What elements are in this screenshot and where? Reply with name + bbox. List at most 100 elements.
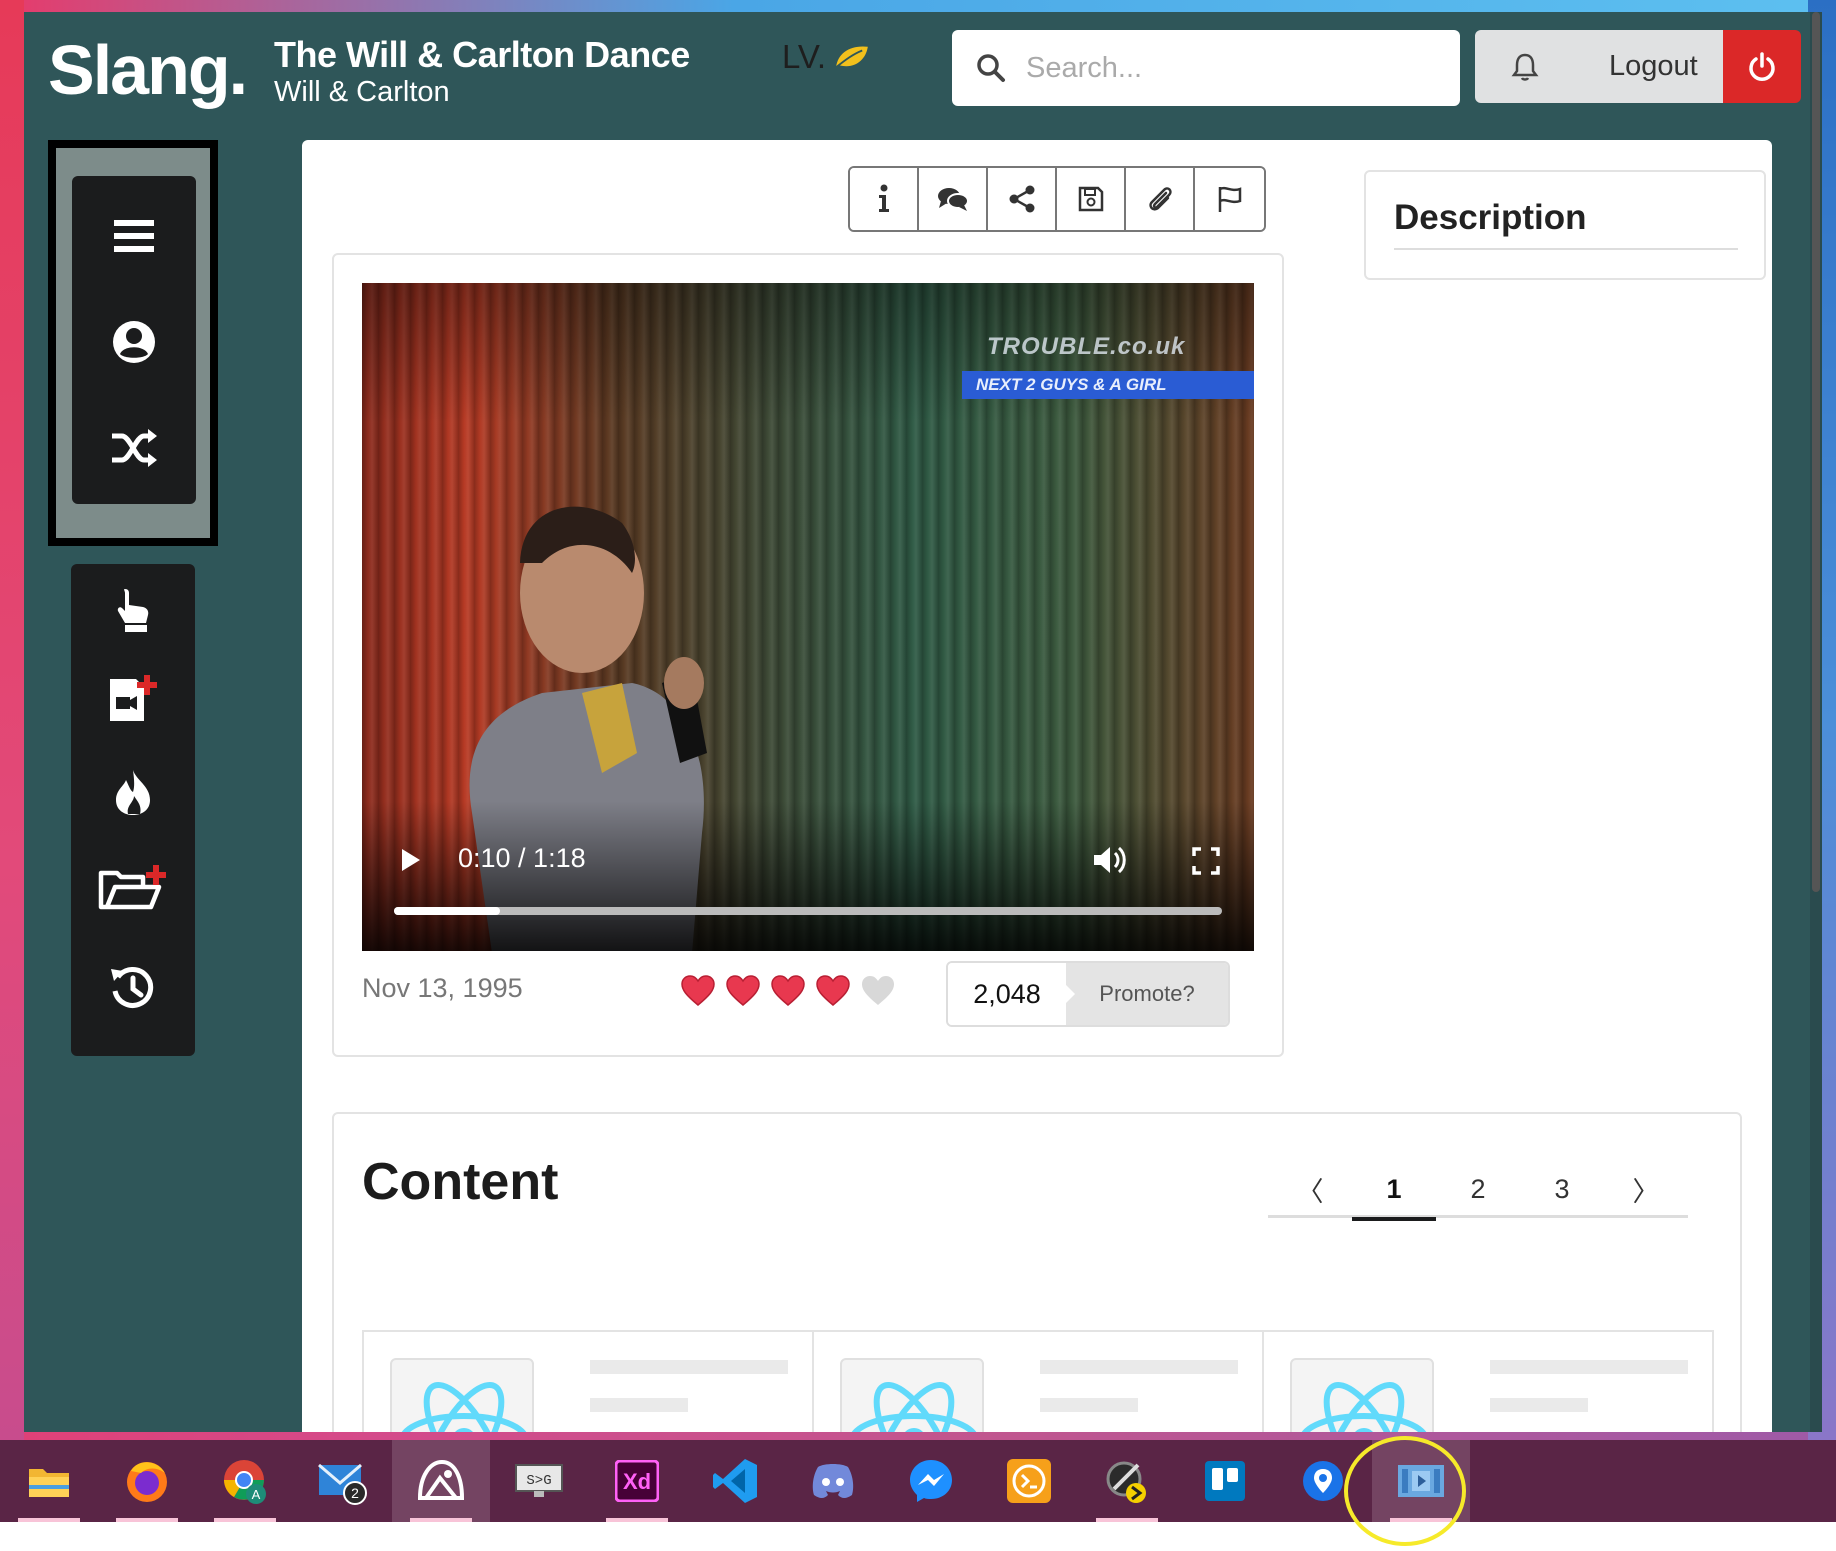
sidebar-item-profile[interactable]: [72, 312, 196, 372]
taskbar-file-explorer[interactable]: [0, 1440, 98, 1522]
share-button[interactable]: [988, 168, 1057, 230]
main-content-card: TROUBLE.co.uk NEXT 2 GUYS & A GIRL 0:10 …: [302, 140, 1772, 1432]
taskbar-discord[interactable]: [784, 1440, 882, 1522]
mail-icon: 2: [318, 1463, 367, 1505]
sidebar-item-history[interactable]: [71, 956, 195, 1020]
mail-badge: 2: [351, 1485, 359, 1501]
content-item-subtitle-placeholder: [590, 1398, 688, 1412]
sidebar-item-select[interactable]: [71, 578, 195, 642]
taskbar-maps[interactable]: [1274, 1440, 1372, 1522]
taskbar-vscode[interactable]: [686, 1440, 784, 1522]
comments-button[interactable]: [919, 168, 988, 230]
search-input[interactable]: [1026, 51, 1426, 85]
power-button[interactable]: [1723, 30, 1801, 103]
taskbar: A 2 S>G Xd: [0, 1440, 1836, 1522]
comments-icon: [937, 188, 969, 211]
content-item[interactable]: [364, 1332, 814, 1432]
taskbar-trello[interactable]: [1176, 1440, 1274, 1522]
content-item-title-placeholder: [590, 1360, 788, 1374]
sidebar-main-menu-icons: [72, 176, 196, 504]
heart-filled-icon[interactable]: [770, 975, 806, 1007]
video-time: 0:10 / 1:18: [458, 843, 586, 873]
page-scrollbar-thumb[interactable]: [1812, 12, 1820, 892]
content-item[interactable]: [814, 1332, 1264, 1432]
info-button[interactable]: [850, 168, 919, 230]
search-bar[interactable]: [952, 30, 1460, 106]
brand-logo[interactable]: Slang.: [48, 30, 248, 110]
search-icon: [977, 54, 1005, 82]
sxg-label: S>G: [526, 1473, 551, 1489]
add-folder-icon: [98, 865, 166, 910]
adobe-xd-label: Xd: [623, 1469, 651, 1494]
react-logo-icon: [401, 1381, 527, 1432]
content-card: Content 〈 1 2 3 〉: [332, 1112, 1742, 1432]
content-item-thumbnail: [840, 1358, 984, 1432]
taskbar-video-editor[interactable]: [1372, 1440, 1470, 1522]
sidebar-item-trending[interactable]: [71, 760, 195, 824]
pagination-next[interactable]: 〉: [1604, 1160, 1688, 1218]
sidebar-item-add-video[interactable]: [71, 666, 195, 730]
info-icon: [878, 184, 889, 212]
hand-pointer-icon: [117, 589, 149, 632]
content-item-title-placeholder: [1490, 1360, 1688, 1374]
pagination-prev[interactable]: 〈: [1268, 1160, 1352, 1218]
video-progress-bar[interactable]: [394, 907, 1222, 915]
heart-empty-icon[interactable]: [860, 975, 896, 1007]
description-card: Description: [1364, 170, 1766, 280]
pagination-page-3[interactable]: 3: [1520, 1160, 1604, 1218]
sidebar-item-random[interactable]: [72, 418, 196, 478]
logout-group: Logout: [1475, 30, 1801, 103]
react-logo-icon: [851, 1381, 977, 1432]
trello-icon: [1205, 1461, 1245, 1501]
video-subtitle: Will & Carlton: [274, 76, 450, 108]
chrome-profile-label: A: [252, 1487, 261, 1502]
heart-filled-icon[interactable]: [815, 975, 851, 1007]
taskbar-firefox[interactable]: [98, 1440, 196, 1522]
flag-button[interactable]: [1195, 168, 1264, 230]
logout-button[interactable]: Logout: [1475, 30, 1723, 103]
page-scrollbar[interactable]: [1810, 12, 1822, 1432]
taskbar-adobe-xd[interactable]: Xd: [588, 1440, 686, 1522]
content-items: [362, 1330, 1714, 1432]
attach-button[interactable]: [1126, 168, 1195, 230]
taskbar-stylus[interactable]: [1078, 1440, 1176, 1522]
taskbar-mail[interactable]: 2: [294, 1440, 392, 1522]
taskbar-drawboard[interactable]: [392, 1440, 490, 1522]
taskbar-terminal[interactable]: [980, 1440, 1078, 1522]
sidebar-item-menu[interactable]: [72, 206, 196, 266]
pagination-page-1[interactable]: 1: [1352, 1160, 1436, 1221]
content-item-subtitle-placeholder: [1040, 1398, 1138, 1412]
adobe-xd-icon: Xd: [615, 1460, 659, 1502]
leaf-icon: [835, 46, 868, 68]
promote-group: 2,048 Promote?: [946, 961, 1230, 1027]
vscode-icon: [713, 1459, 757, 1503]
discord-icon: [812, 1464, 854, 1498]
promote-button[interactable]: Promote?: [1065, 963, 1228, 1025]
taskbar-sxg[interactable]: S>G: [490, 1440, 588, 1522]
taskbar-messenger[interactable]: [882, 1440, 980, 1522]
drawboard-icon: [417, 1459, 465, 1500]
desktop-wallpaper-top: [0, 0, 1836, 12]
content-item[interactable]: [1264, 1332, 1712, 1432]
heart-filled-icon[interactable]: [680, 975, 716, 1007]
sxg-icon: S>G: [515, 1464, 563, 1497]
attach-icon: [1148, 187, 1172, 211]
content-item-thumbnail: [390, 1358, 534, 1432]
rating-hearts[interactable]: [680, 975, 896, 1007]
app-window: Slang. The Will & Carlton Dance Will & C…: [24, 12, 1810, 1432]
heart-filled-icon[interactable]: [725, 975, 761, 1007]
history-icon: [111, 966, 154, 1008]
save-icon: [1078, 186, 1103, 212]
pagination-page-2[interactable]: 2: [1436, 1160, 1520, 1218]
video-player[interactable]: TROUBLE.co.uk NEXT 2 GUYS & A GIRL 0:10 …: [362, 283, 1254, 951]
save-button[interactable]: [1057, 168, 1126, 230]
taskbar-chrome[interactable]: A: [196, 1440, 294, 1522]
fullscreen-icon[interactable]: [1192, 847, 1220, 875]
sidebar-item-add-collection[interactable]: [71, 856, 195, 920]
play-icon[interactable]: [400, 847, 422, 873]
volume-icon[interactable]: [1092, 843, 1128, 877]
description-heading: Description: [1394, 198, 1587, 237]
content-item-title-placeholder: [1040, 1360, 1238, 1374]
add-video-icon: [110, 675, 157, 721]
video-editor-icon: [1398, 1465, 1444, 1497]
